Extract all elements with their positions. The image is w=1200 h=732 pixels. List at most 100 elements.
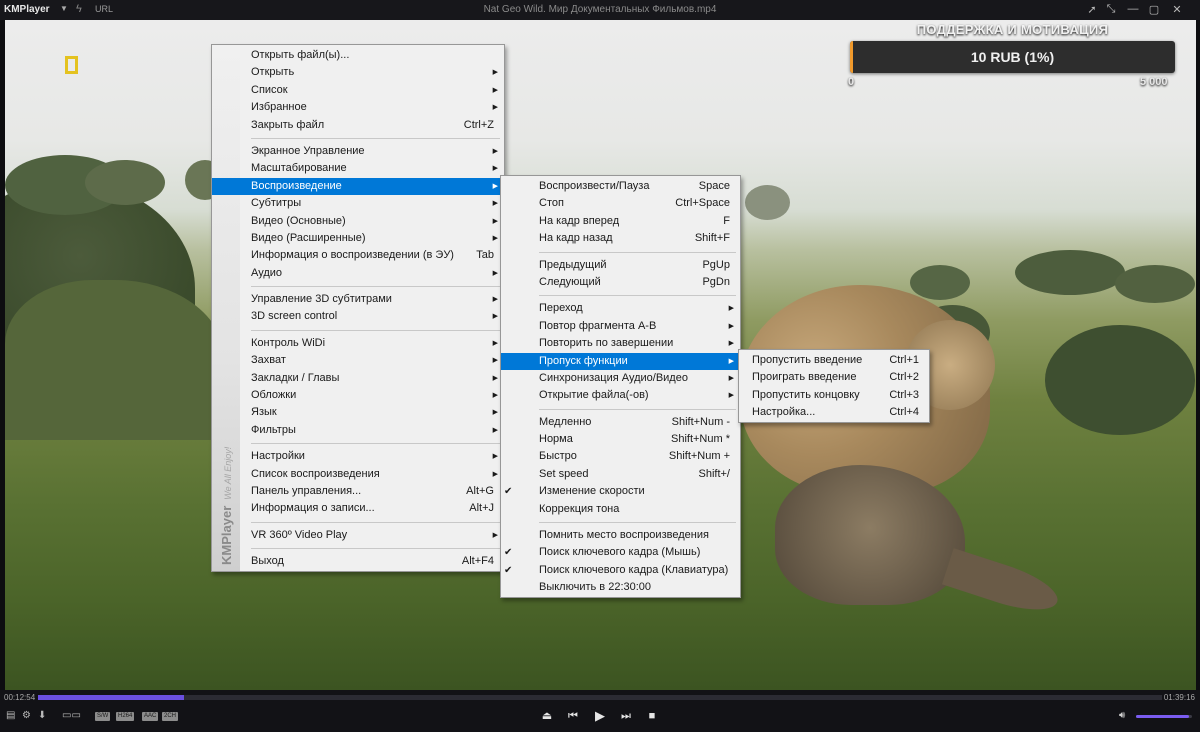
menu-item[interactable]: Помнить место воспроизведения [501,527,740,544]
menu-item[interactable]: Масштабирование ▶ [212,160,504,177]
menu-item[interactable]: Настройки ▶ [212,448,504,465]
menu-item-label: Поиск ключевого кадра (Мышь) [539,546,701,559]
vr-glasses-icon[interactable]: ▭▭ [62,710,81,721]
menu-item[interactable]: Открыть файл(ы)... [212,47,504,64]
submenu-arrow-icon: ▶ [492,313,498,321]
menu-item[interactable]: Норма Shift+Num * [501,431,740,448]
menu-item[interactable]: VR 360º Video Play ▶ [212,527,504,544]
menu-item[interactable]: Открытие файла(-ов) ▶ [501,387,740,404]
compact-mode-icon[interactable]: ⤡ [1104,3,1118,16]
maximize-icon[interactable]: ▢ [1147,3,1161,16]
menu-item[interactable]: Воспроизвести/Пауза Space [501,178,740,195]
menu-item[interactable]: На кадр назад Shift+F [501,230,740,247]
menu-item[interactable]: Проиграть введение Ctrl+2 [739,369,929,386]
menu-item-shortcut: Alt+F4 [461,555,494,568]
minimize-icon[interactable]: — [1126,3,1140,15]
menu-item[interactable]: Стоп Ctrl+Space [501,195,740,212]
next-icon[interactable]: ⏭ [617,708,635,724]
menu-item[interactable]: Предыдущий PgUp [501,257,740,274]
menu-item[interactable]: Быстро Shift+Num + [501,448,740,465]
menu-item[interactable]: ✔ Поиск ключевого кадра (Клавиатура) [501,562,740,579]
menu-item[interactable]: Настройка... Ctrl+4 [739,404,929,421]
playlist-icon[interactable]: ▤ [6,710,15,721]
menu-item[interactable]: Медленно Shift+Num - [501,414,740,431]
eject-icon[interactable]: ⏏ [538,708,556,724]
menu-item[interactable]: Повтор фрагмента A-B ▶ [501,318,740,335]
menu-item[interactable]: Выход Alt+F4 [212,553,504,570]
menu-item-label: Предыдущий [539,258,607,271]
menu-item[interactable]: Выключить в 22:30:00 [501,579,740,596]
checkmark-icon: ✔ [504,486,513,498]
download-icon[interactable]: ⬇ [38,710,46,721]
menu-item[interactable]: Захват ▶ [212,352,504,369]
menu-item[interactable]: Синхронизация Аудио/Видео ▶ [501,370,740,387]
current-time: 00:12:54 [4,693,36,702]
menu-item[interactable]: Экранное Управление ▶ [212,143,504,160]
menu-item[interactable]: Список воспроизведения ▶ [212,466,504,483]
menu-item[interactable]: Воспроизведение ▶ [212,177,504,196]
stop-icon[interactable]: ■ [643,708,661,724]
codec-badge[interactable]: 2CH [162,712,179,721]
menu-item[interactable]: Закрыть файл Ctrl+Z [212,117,504,134]
menu-item[interactable]: Переход ▶ [501,300,740,317]
menu-item-label: Видео (Расширенные) [251,231,366,244]
seek-bar[interactable] [38,695,1162,700]
menu-item-shortcut: PgUp [702,258,730,271]
menu-item[interactable]: Язык ▶ [212,404,504,421]
menu-item[interactable]: Избранное ▶ [212,99,504,116]
video-bush [1115,265,1195,303]
menu-item[interactable]: Контроль WiDi ▶ [212,335,504,352]
menu-item-shortcut: Ctrl+Z [463,118,494,131]
menu-item-shortcut: Shift+/ [698,467,731,480]
menu-separator [501,405,740,414]
menu-item[interactable]: Видео (Основные) ▶ [212,213,504,230]
menu-item[interactable]: Информация о воспроизведении (в ЭУ) Tab [212,247,504,264]
menu-item[interactable]: Список ▶ [212,82,504,99]
menu-item[interactable]: ✔ Поиск ключевого кадра (Мышь) [501,544,740,561]
gear-icon[interactable]: ⚙ [22,710,31,721]
total-time: 01:39:16 [1163,693,1195,702]
menu-item[interactable]: Пропуск функции ▶ [501,352,740,370]
previous-icon[interactable]: ⏮ [564,708,582,724]
menu-item-shortcut: F [723,214,730,227]
menu-item-label: Проиграть введение [752,371,857,384]
menu-item[interactable]: Коррекция тона [501,501,740,518]
menu-item[interactable]: Пропустить концовку Ctrl+3 [739,387,929,404]
codec-badge[interactable]: S/W [95,712,111,721]
menu-item-label: Пропустить введение [752,354,863,366]
menu-item-shortcut: Shift+Num - [671,415,730,428]
close-icon[interactable]: ✕ [1170,3,1184,16]
volume-slider[interactable] [1136,715,1192,718]
menu-item[interactable]: Пропустить введение Ctrl+1 [739,352,929,369]
volume-icon[interactable]: 🔊︎ [1119,710,1125,721]
title-bar: KMPlayer ▼ ϟ URL Nat Geo Wild. Мир Докум… [0,0,1200,20]
menu-item-shortcut: Ctrl+4 [889,406,919,419]
menu-item[interactable]: Видео (Расширенные) ▶ [212,230,504,247]
menu-item[interactable]: Субтитры ▶ [212,195,504,212]
menu-item[interactable]: Панель управления... Alt+G [212,483,504,500]
pin-icon[interactable]: ➚ [1085,3,1099,16]
menu-item[interactable]: Аудио ▶ [212,265,504,282]
menu-item-shortcut: Ctrl+2 [889,371,919,384]
menu-item-label: Повтор фрагмента A-B [539,319,657,332]
menu-item[interactable]: Открыть ▶ [212,64,504,81]
play-icon[interactable]: ▶ [591,708,609,724]
menu-item[interactable]: 3D screen control ▶ [212,308,504,325]
menu-item[interactable]: Set speed Shift+/ [501,466,740,483]
menu-item-label: Изменение скорости [539,485,645,498]
menu-item[interactable]: Фильтры ▶ [212,422,504,439]
codec-badge[interactable]: AAC [142,712,159,721]
menu-item[interactable]: Закладки / Главы ▶ [212,370,504,387]
menu-item[interactable]: Повторить по завершении ▶ [501,335,740,352]
menu-separator [212,326,504,335]
menu-item[interactable]: Информация о записи... Alt+J [212,500,504,517]
submenu-arrow-icon: ▶ [728,305,734,313]
menu-item-shortcut: Ctrl+Space [675,197,730,210]
codec-badge[interactable]: H264 [116,712,135,721]
menu-item[interactable]: Обложки ▶ [212,387,504,404]
menu-item-label: Закладки / Главы [251,371,340,384]
menu-item[interactable]: ✔ Изменение скорости [501,483,740,500]
menu-item[interactable]: Управление 3D субтитрами ▶ [212,291,504,308]
menu-item[interactable]: Следующий PgDn [501,274,740,291]
menu-item[interactable]: На кадр вперед F [501,213,740,230]
